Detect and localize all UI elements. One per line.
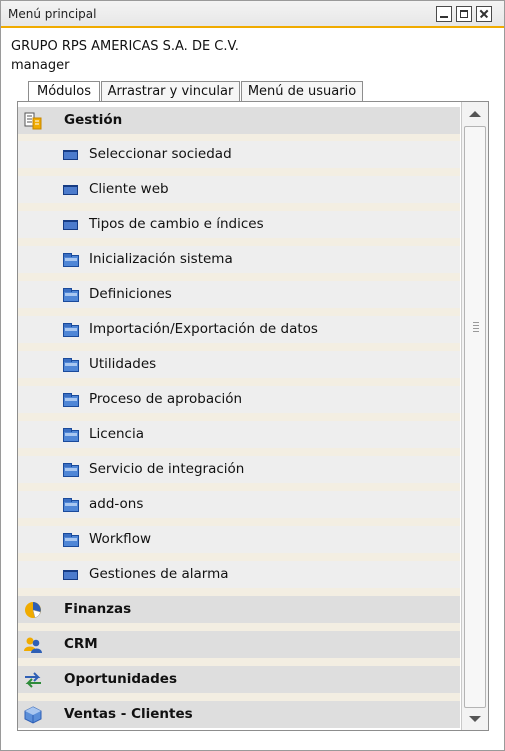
menu-item-label: Utilidades bbox=[89, 356, 157, 372]
menu-item-label: Workflow bbox=[89, 531, 151, 547]
maximize-button[interactable] bbox=[456, 6, 472, 22]
row-separator bbox=[18, 588, 460, 596]
menu-item[interactable]: Tipos de cambio e índices bbox=[18, 211, 460, 238]
scroll-down-arrow-icon[interactable] bbox=[462, 708, 488, 730]
row-separator bbox=[18, 413, 460, 421]
window-title: Menú principal bbox=[8, 7, 97, 21]
company-name: GRUPO RPS AMERICAS S.A. DE C.V. bbox=[11, 39, 239, 54]
row-separator bbox=[18, 308, 460, 316]
title-bar[interactable]: Menú principal bbox=[1, 1, 504, 28]
menu-item-label: Gestiones de alarma bbox=[89, 566, 229, 582]
scrollbar-thumb[interactable] bbox=[464, 126, 486, 708]
row-separator bbox=[18, 623, 460, 631]
arrows-icon bbox=[25, 672, 41, 688]
main-menu-window: Menú principal GRUPO RPS AMERICAS S.A. D… bbox=[0, 0, 505, 751]
row-separator bbox=[18, 658, 460, 666]
menu-item[interactable]: Definiciones bbox=[18, 281, 460, 308]
folder-icon bbox=[63, 498, 79, 512]
row-separator bbox=[18, 553, 460, 561]
row-separator bbox=[18, 168, 460, 176]
module-label: Finanzas bbox=[64, 601, 132, 617]
window-icon bbox=[63, 185, 78, 195]
tab-arrastrar-vincular[interactable]: Arrastrar y vincular bbox=[101, 81, 240, 101]
folder-icon bbox=[63, 288, 79, 302]
menu-item[interactable]: Inicialización sistema bbox=[18, 246, 460, 273]
minimize-button[interactable] bbox=[436, 6, 452, 22]
module-label: Oportunidades bbox=[64, 671, 178, 687]
row-separator bbox=[18, 448, 460, 456]
pie-chart-icon bbox=[25, 602, 41, 619]
window-icon bbox=[63, 150, 78, 160]
menu-item[interactable]: Proceso de aprobación bbox=[18, 386, 460, 413]
module-gestion[interactable]: Gestión bbox=[18, 107, 460, 134]
menu-item-label: Proceso de aprobación bbox=[89, 391, 243, 407]
menu-item-label: Seleccionar sociedad bbox=[89, 146, 232, 162]
menu-item-label: Servicio de integración bbox=[89, 461, 245, 477]
window-icon bbox=[63, 570, 78, 580]
menu-item[interactable]: Servicio de integración bbox=[18, 456, 460, 483]
menu-item[interactable]: Cliente web bbox=[18, 176, 460, 203]
row-separator bbox=[18, 518, 460, 526]
row-separator bbox=[18, 203, 460, 211]
folder-icon bbox=[63, 463, 79, 477]
module-crm[interactable]: CRM bbox=[18, 631, 460, 658]
tab-menu-usuario[interactable]: Menú de usuario bbox=[241, 81, 363, 101]
close-button[interactable] bbox=[476, 6, 492, 22]
menu-item-label: add-ons bbox=[89, 496, 144, 512]
grip-icon bbox=[473, 322, 479, 332]
modules-panel: Gestión Seleccionar sociedad Cliente web… bbox=[17, 101, 489, 731]
users-icon bbox=[24, 637, 42, 653]
menu-item[interactable]: add-ons bbox=[18, 491, 460, 518]
menu-item-label: Tipos de cambio e índices bbox=[89, 216, 264, 232]
customer-cube-icon bbox=[24, 706, 42, 724]
menu-item[interactable]: Importación/Exportación de datos bbox=[18, 316, 460, 343]
folder-icon bbox=[63, 393, 79, 407]
module-finanzas[interactable]: Finanzas bbox=[18, 596, 460, 623]
module-ventas-clientes[interactable]: Ventas - Clientes bbox=[18, 701, 460, 728]
folder-icon bbox=[63, 358, 79, 372]
menu-item[interactable]: Workflow bbox=[18, 526, 460, 553]
menu-item[interactable]: Licencia bbox=[18, 421, 460, 448]
row-separator bbox=[18, 273, 460, 281]
module-label: CRM bbox=[64, 636, 98, 652]
menu-item[interactable]: Gestiones de alarma bbox=[18, 561, 460, 588]
vertical-scrollbar[interactable] bbox=[461, 102, 488, 730]
menu-item-label: Inicialización sistema bbox=[89, 251, 233, 267]
menu-item[interactable]: Seleccionar sociedad bbox=[18, 141, 460, 168]
menu-item-label: Definiciones bbox=[89, 286, 172, 302]
row-separator bbox=[18, 238, 460, 246]
row-separator bbox=[18, 378, 460, 386]
folder-icon bbox=[63, 428, 79, 442]
folder-icon bbox=[63, 533, 79, 547]
scroll-up-arrow-icon[interactable] bbox=[462, 102, 488, 124]
user-name: manager bbox=[11, 58, 70, 73]
menu-item[interactable]: Utilidades bbox=[18, 351, 460, 378]
module-label: Ventas - Clientes bbox=[64, 706, 193, 722]
row-separator bbox=[18, 693, 460, 701]
module-oportunidades[interactable]: Oportunidades bbox=[18, 666, 460, 693]
window-icon bbox=[63, 220, 78, 230]
tab-modulos[interactable]: Módulos bbox=[28, 81, 100, 102]
row-separator bbox=[18, 483, 460, 491]
document-list-icon bbox=[24, 112, 42, 130]
menu-item-label: Cliente web bbox=[89, 181, 169, 197]
folder-icon bbox=[63, 253, 79, 267]
menu-item-label: Licencia bbox=[89, 426, 145, 442]
menu-item-label: Importación/Exportación de datos bbox=[89, 321, 318, 337]
folder-icon bbox=[63, 323, 79, 337]
module-label: Gestión bbox=[64, 112, 123, 128]
row-separator bbox=[18, 343, 460, 351]
row-separator bbox=[18, 134, 460, 141]
